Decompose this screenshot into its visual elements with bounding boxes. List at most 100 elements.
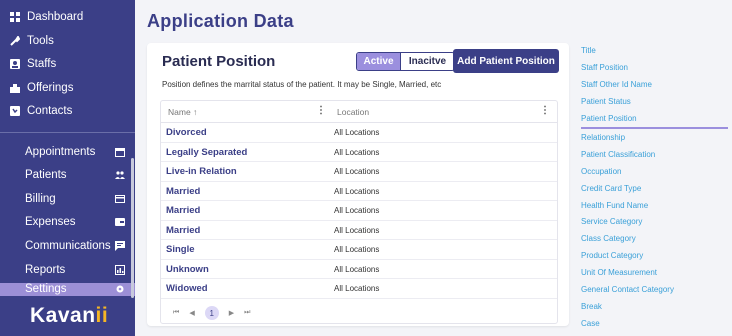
sidebar-item-label: Dashboard	[27, 11, 84, 23]
sidebar-item-contacts[interactable]: Contacts	[10, 102, 72, 120]
column-menu-icon[interactable]: ⋮	[540, 105, 550, 116]
table-row[interactable]: Unknown All Locations	[161, 260, 557, 279]
sidebar-item-label: Patients	[25, 169, 67, 181]
menu-item-staff-other-id-name[interactable]: Staff Other Id Name	[581, 80, 652, 89]
first-page-icon[interactable]: ⏮	[173, 309, 179, 317]
page-number-current[interactable]: 1	[204, 306, 219, 320]
row-name[interactable]: Divorced	[166, 127, 207, 138]
sidebar-item-label: Billing	[25, 193, 56, 205]
menu-item-occupation[interactable]: Occupation	[581, 167, 621, 176]
row-name[interactable]: Single	[166, 244, 195, 255]
wrench-icon	[10, 36, 20, 46]
status-toggle: Active Inacitve	[356, 52, 455, 71]
menu-item-patient-status[interactable]: Patient Status	[581, 97, 631, 106]
row-location: All Locations	[334, 245, 380, 254]
menu-item-break[interactable]: Break	[581, 302, 602, 311]
sidebar-item-dashboard[interactable]: Dashboard	[10, 8, 83, 26]
sidebar-item-reports[interactable]: Reports	[25, 261, 125, 279]
table-row[interactable]: Live-in Relation All Locations	[161, 162, 557, 182]
sidebar-item-offerings[interactable]: Offerings	[10, 79, 73, 97]
card-title: Patient Position	[162, 53, 276, 70]
sidebar-item-label: Tools	[27, 35, 54, 47]
menu-item-case[interactable]: Case	[581, 319, 600, 328]
row-location: All Locations	[334, 186, 380, 196]
sidebar-item-label: Communications	[25, 240, 111, 252]
sidebar-scrollbar[interactable]	[131, 158, 134, 298]
prev-page-icon[interactable]: ◀	[189, 309, 194, 317]
last-page-icon[interactable]: ⏭	[244, 309, 250, 317]
column-header-name[interactable]: Name ↑	[168, 107, 197, 117]
sidebar-item-patients[interactable]: Patients	[25, 166, 125, 184]
sidebar-item-label: Contacts	[27, 105, 73, 117]
menu-item-patient-position[interactable]: Patient Position	[581, 114, 637, 123]
staff-icon	[10, 59, 20, 69]
table-row[interactable]: Married All Locations	[161, 201, 557, 221]
row-name[interactable]: Married	[166, 205, 200, 216]
row-name[interactable]: Unknown	[166, 264, 209, 275]
row-name[interactable]: Legally Separated	[166, 147, 247, 158]
positions-table: Name ↑ ⋮ Location ⋮ Divorced All Locatio…	[160, 100, 558, 324]
table-row[interactable]: Married All Locations	[161, 182, 557, 201]
menu-item-service-category[interactable]: Service Category	[581, 217, 642, 226]
sidebar-item-billing[interactable]: Billing	[25, 190, 125, 208]
row-location: All Locations	[334, 167, 380, 176]
menu-item-staff-position[interactable]: Staff Position	[581, 63, 628, 72]
card-icon	[115, 194, 125, 204]
chart-icon	[115, 265, 125, 275]
sidebar-item-appointments[interactable]: Appointments	[25, 143, 125, 161]
sidebar: Dashboard Tools Staffs Offerings Contact…	[0, 0, 135, 336]
column-menu-icon[interactable]: ⋮	[316, 105, 326, 116]
sidebar-item-label: Offerings	[27, 82, 74, 94]
sidebar-item-communications[interactable]: Communications	[25, 237, 125, 255]
row-name[interactable]: Widowed	[166, 283, 208, 294]
page-title: Application Data	[147, 11, 294, 31]
table-row[interactable]: Widowed All Locations	[161, 279, 557, 299]
sidebar-item-staffs[interactable]: Staffs	[10, 55, 56, 73]
sidebar-divider	[0, 132, 135, 133]
menu-item-class-category[interactable]: Class Category	[581, 234, 636, 243]
next-page-icon[interactable]: ▶	[229, 309, 234, 317]
chat-icon	[115, 241, 125, 251]
inactive-toggle-option[interactable]: Inacitve	[400, 53, 454, 70]
patient-position-card: Patient Position Active Inacitve Add Pat…	[147, 43, 569, 326]
menu-item-general-contact-category[interactable]: General Contact Category	[581, 285, 674, 294]
row-location: All Locations	[334, 128, 380, 137]
sidebar-item-label: Settings	[25, 282, 67, 295]
menu-item-unit-of-measurement[interactable]: Unit Of Measurement	[581, 268, 657, 277]
menu-item-title[interactable]: Title	[581, 46, 596, 55]
row-name[interactable]: Live-in Relation	[166, 166, 237, 177]
sidebar-item-settings[interactable]: Settings	[25, 281, 125, 296]
row-location: All Locations	[334, 206, 380, 215]
add-patient-position-button[interactable]: Add Patient Position	[453, 49, 559, 73]
menu-item-patient-classification[interactable]: Patient Classification	[581, 150, 655, 159]
menu-item-credit-card-type[interactable]: Credit Card Type	[581, 184, 641, 193]
row-location: All Locations	[334, 147, 380, 157]
row-location: All Locations	[334, 264, 380, 274]
contacts-icon	[10, 106, 20, 116]
offerings-icon	[10, 83, 20, 93]
app-root: Dashboard Tools Staffs Offerings Contact…	[0, 0, 732, 336]
wallet-icon	[115, 217, 125, 227]
menu-item-relationship[interactable]: Relationship	[581, 133, 625, 142]
sidebar-item-expenses[interactable]: Expenses	[25, 213, 125, 231]
sidebar-item-tools[interactable]: Tools	[10, 32, 54, 50]
menu-item-health-fund-name[interactable]: Health Fund Name	[581, 201, 648, 210]
sidebar-item-label: Expenses	[25, 216, 76, 228]
table-row[interactable]: Married All Locations	[161, 221, 557, 240]
row-name[interactable]: Married	[166, 186, 200, 197]
sidebar-item-label: Staffs	[27, 58, 57, 70]
row-location: All Locations	[334, 284, 380, 293]
sidebar-item-label: Appointments	[25, 146, 96, 158]
active-toggle-option[interactable]: Active	[357, 53, 400, 70]
table-row[interactable]: Legally Separated All Locations	[161, 143, 557, 162]
row-name[interactable]: Married	[166, 225, 200, 236]
gear-icon	[115, 284, 125, 294]
table-row[interactable]: Single All Locations	[161, 240, 557, 260]
people-icon	[115, 170, 125, 180]
card-description: Position defines the marrital status of …	[162, 80, 442, 89]
column-header-location[interactable]: Location	[337, 107, 369, 117]
menu-item-product-category[interactable]: Product Category	[581, 251, 643, 260]
kavanii-logo: Kavanii	[30, 304, 109, 327]
table-row[interactable]: Divorced All Locations	[161, 123, 557, 143]
calendar-icon	[115, 147, 125, 157]
